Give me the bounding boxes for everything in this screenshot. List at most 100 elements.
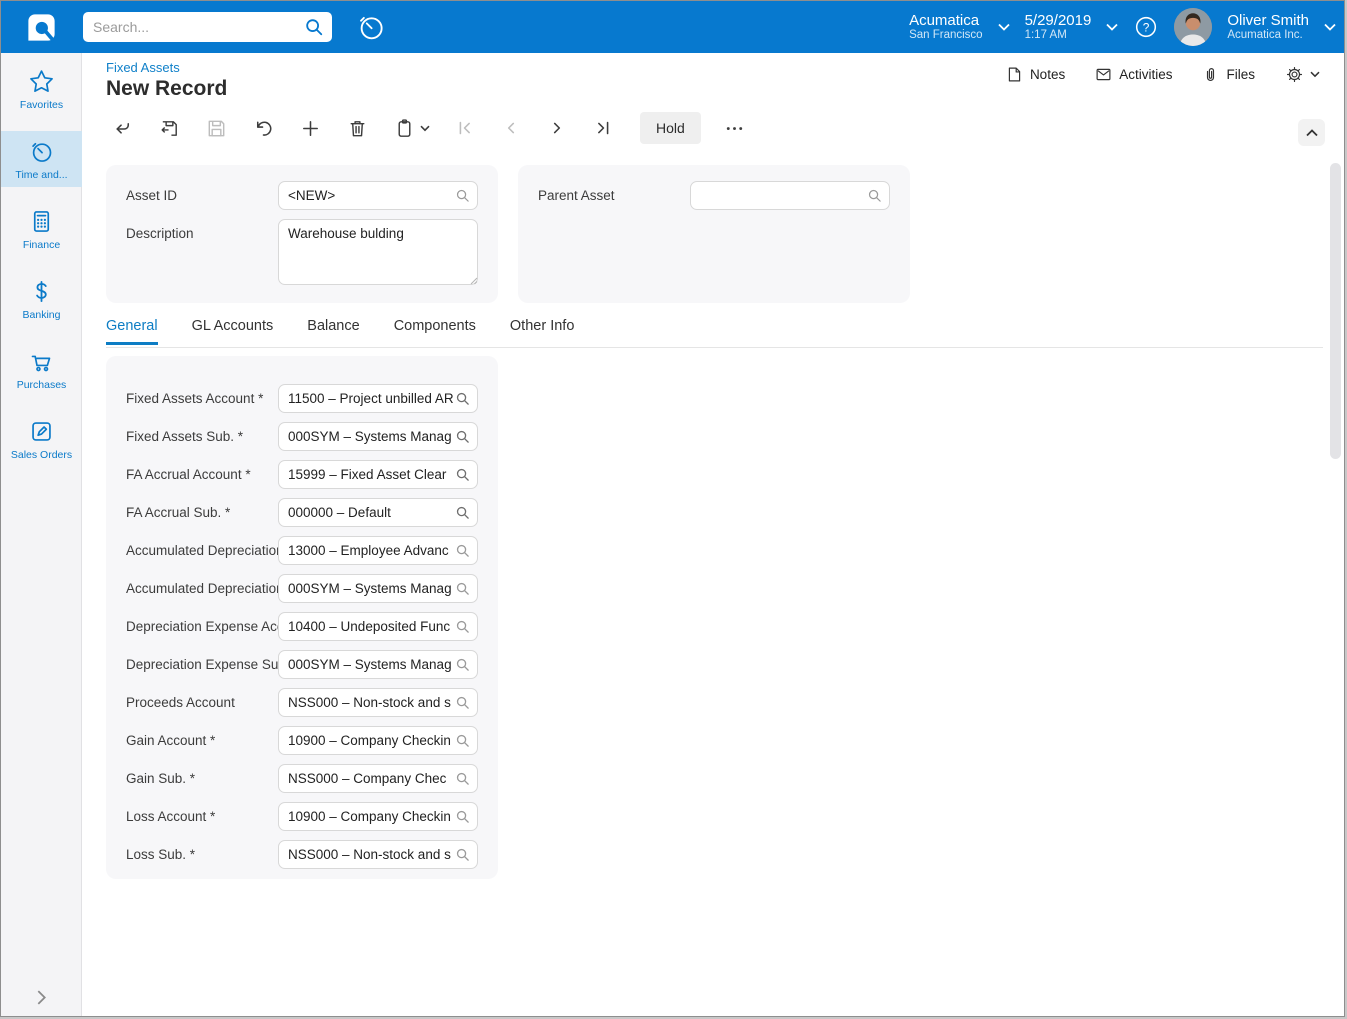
date-chevron-down-icon[interactable] xyxy=(1106,23,1118,31)
files-button[interactable]: Files xyxy=(1202,66,1255,83)
gain-account-input[interactable] xyxy=(279,732,455,748)
delete-button[interactable] xyxy=(344,115,371,142)
magnifier-icon[interactable] xyxy=(455,809,477,824)
search-input[interactable] xyxy=(93,19,302,35)
clipboard-menu-button[interactable] xyxy=(391,115,432,142)
fa-accrual-account-input[interactable] xyxy=(279,466,455,482)
field-lookup xyxy=(278,535,478,565)
sidebar-expand-chevron-icon[interactable] xyxy=(1,989,82,1006)
time-tracking-icon[interactable] xyxy=(356,12,386,42)
parent-asset-input[interactable] xyxy=(691,188,867,203)
parent-asset-lookup xyxy=(690,181,890,210)
fixed-assets-sub-input[interactable] xyxy=(279,428,455,444)
user-chevron-down-icon[interactable] xyxy=(1324,23,1336,31)
loss-sub-input[interactable] xyxy=(279,846,455,862)
magnifier-icon[interactable] xyxy=(455,695,477,710)
fa-accrual-sub-input[interactable] xyxy=(279,504,455,520)
field-row-loss-sub: Loss Sub. * xyxy=(106,835,498,873)
tab-balance[interactable]: Balance xyxy=(307,318,359,345)
asset-id-input[interactable] xyxy=(279,188,455,203)
undo-button[interactable] xyxy=(250,115,277,142)
avatar[interactable] xyxy=(1174,8,1213,46)
envelope-icon xyxy=(1095,66,1112,83)
magnifier-icon[interactable] xyxy=(455,733,477,748)
magnifier-icon[interactable] xyxy=(455,391,477,406)
field-label: Fixed Assets Account * xyxy=(126,390,264,406)
search-icon[interactable] xyxy=(302,15,326,39)
magnifier-icon[interactable] xyxy=(455,771,477,786)
user-menu[interactable]: Oliver Smith Acumatica Inc. xyxy=(1227,12,1309,42)
customization-menu[interactable] xyxy=(1285,65,1320,84)
field-lookup xyxy=(278,763,478,793)
breadcrumb[interactable]: Fixed Assets xyxy=(106,60,180,75)
field-label: Depreciation Expense Sub. xyxy=(126,656,278,672)
cart-icon xyxy=(28,348,55,375)
sidebar-item-favorites[interactable]: Favorites xyxy=(1,61,82,117)
gear-chevron-down-icon xyxy=(1310,71,1320,78)
sidebar-item-sales-orders[interactable]: Sales Orders xyxy=(1,411,82,467)
global-search xyxy=(83,12,332,42)
calculator-icon xyxy=(28,208,55,235)
field-lookup xyxy=(278,459,478,489)
loss-account-input[interactable] xyxy=(279,808,455,824)
tab-gl-accounts[interactable]: GL Accounts xyxy=(192,318,274,345)
sidebar-item-finance[interactable]: Finance xyxy=(1,201,82,257)
magnifier-icon[interactable] xyxy=(455,619,477,634)
hold-button[interactable]: Hold xyxy=(640,112,701,144)
tab-general[interactable]: General xyxy=(106,318,158,345)
magnifier-icon[interactable] xyxy=(455,505,477,520)
depr-expense-account-input[interactable] xyxy=(279,618,455,634)
help-icon[interactable]: ? xyxy=(1133,14,1159,40)
back-button[interactable] xyxy=(109,115,136,142)
company-selector[interactable]: Acumatica San Francisco xyxy=(909,12,983,42)
magnifier-icon[interactable] xyxy=(455,467,477,482)
field-lookup xyxy=(278,497,478,527)
field-lookup xyxy=(278,649,478,679)
magnifier-icon[interactable] xyxy=(455,543,477,558)
sidebar-item-time-and-expenses[interactable]: Time and... xyxy=(1,131,82,187)
description-label: Description xyxy=(126,226,194,241)
acumatica-logo[interactable] xyxy=(1,1,82,53)
field-lookup xyxy=(278,725,478,755)
field-lookup xyxy=(278,611,478,641)
go-next-button[interactable] xyxy=(544,115,570,141)
sidebar-item-banking[interactable]: Banking xyxy=(1,271,82,327)
tab-components[interactable]: Components xyxy=(394,318,476,345)
acumatica-logo-icon xyxy=(28,13,55,42)
company-branch: San Francisco xyxy=(909,29,983,42)
accum-depr-account-input[interactable] xyxy=(279,542,455,558)
vertical-scrollbar-thumb[interactable] xyxy=(1330,163,1341,459)
activities-button[interactable]: Activities xyxy=(1095,66,1172,83)
notes-button[interactable]: Notes xyxy=(1006,66,1065,83)
clock-icon xyxy=(28,138,55,165)
proceeds-account-input[interactable] xyxy=(279,694,455,710)
go-first-button xyxy=(452,115,478,141)
fixed-assets-account-input[interactable] xyxy=(279,390,455,406)
parent-asset-label: Parent Asset xyxy=(538,188,615,203)
accum-depr-sub-input[interactable] xyxy=(279,580,455,596)
record-header-actions: Notes Activities Files xyxy=(1006,65,1320,84)
magnifier-icon[interactable] xyxy=(455,581,477,596)
gain-sub-input[interactable] xyxy=(279,770,455,786)
notes-label: Notes xyxy=(1029,67,1066,82)
add-new-button[interactable] xyxy=(297,115,324,142)
svg-text:?: ? xyxy=(1143,20,1150,34)
save-and-close-button[interactable] xyxy=(156,115,183,142)
field-label: Loss Account * xyxy=(126,808,216,824)
magnifier-icon[interactable] xyxy=(455,657,477,672)
sidebar-item-purchases[interactable]: Purchases xyxy=(1,341,82,397)
depr-expense-sub-input[interactable] xyxy=(279,656,455,672)
field-label: Gain Account * xyxy=(126,732,216,748)
collapse-summary-button[interactable] xyxy=(1298,119,1325,146)
business-date-selector[interactable]: 5/29/2019 1:17 AM xyxy=(1025,12,1092,42)
magnifier-icon[interactable] xyxy=(455,847,477,862)
asset-id-magnifier-icon[interactable] xyxy=(455,188,477,203)
company-chevron-down-icon[interactable] xyxy=(997,23,1010,31)
parent-asset-magnifier-icon[interactable] xyxy=(867,188,889,203)
magnifier-icon[interactable] xyxy=(455,429,477,444)
description-textarea[interactable]: Warehouse bulding xyxy=(278,219,478,285)
field-lookup xyxy=(278,383,478,413)
tab-other-info[interactable]: Other Info xyxy=(510,318,574,345)
go-last-button[interactable] xyxy=(590,115,616,141)
more-actions-button[interactable] xyxy=(721,115,748,142)
